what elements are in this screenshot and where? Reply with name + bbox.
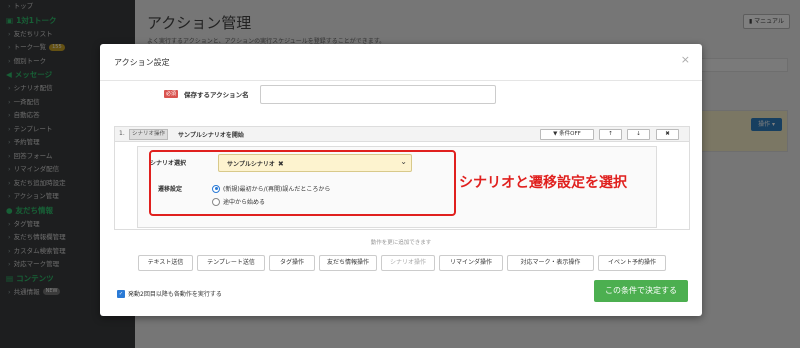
add-friend-info-button[interactable]: 友だち情報操作 [319, 255, 377, 271]
add-text-button[interactable]: テキスト送信 [138, 255, 193, 271]
action-number: 1. [119, 130, 125, 137]
add-event-reservation-button[interactable]: イベント予約操作 [598, 255, 666, 271]
add-template-button[interactable]: テンプレート送信 [197, 255, 265, 271]
action-name-input[interactable] [260, 85, 496, 104]
modal-title: アクション設定 [114, 58, 170, 67]
move-down-button[interactable]: ↓ [627, 129, 650, 140]
action-title: サンプルシナリオを開始 [178, 132, 244, 139]
add-tag-button[interactable]: タグ操作 [269, 255, 315, 271]
condition-off-button[interactable]: ▼ 条件OFF [540, 129, 594, 140]
add-mark-display-button[interactable]: 対応マーク・表示操作 [507, 255, 594, 271]
move-up-button[interactable]: ↑ [599, 129, 622, 140]
delete-action-button[interactable]: ✖ [656, 129, 679, 140]
annotation-text: シナリオと遷移設定を選択 [459, 175, 627, 191]
annotation-highlight-box [149, 150, 456, 216]
action-type-tag: シナリオ操作 [129, 129, 169, 140]
action-item-header: 1. シナリオ操作 サンプルシナリオを開始 ▼ 条件OFF ↑ ↓ ✖ [115, 127, 689, 142]
condition-off-label: 条件OFF [559, 131, 581, 137]
action-name-label: 保存するアクション名 [184, 91, 249, 99]
repeat-actions-checkbox[interactable]: ✓ 発動2回目以降も各動作を実行する [117, 289, 222, 298]
repeat-actions-label: 発動2回目以降も各動作を実行する [128, 291, 222, 298]
add-action-hint: 動作を更に追加できます [370, 240, 432, 246]
add-reminder-button[interactable]: リマインダ操作 [439, 255, 503, 271]
action-name-row: 必須 保存するアクション名 [114, 80, 688, 120]
close-icon[interactable]: × [681, 53, 690, 66]
checkmark-icon: ✓ [117, 289, 125, 298]
add-scenario-button[interactable]: シナリオ操作 [381, 255, 435, 271]
submit-button[interactable]: この条件で決定する [594, 280, 688, 302]
modal-header: アクション設定 × [100, 44, 702, 81]
required-badge: 必須 [164, 90, 179, 98]
